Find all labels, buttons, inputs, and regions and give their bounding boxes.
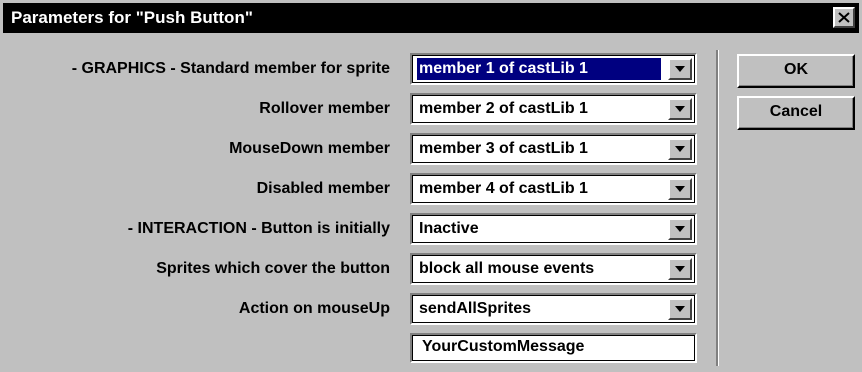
dropdown-value: Inactive xyxy=(419,220,479,237)
param-row-rollover-member: Rollover member member 2 of castLib 1 xyxy=(0,93,710,125)
rollover-member-dropdown[interactable]: member 2 of castLib 1 xyxy=(410,93,697,125)
mouseup-action-dropdown[interactable]: sendAllSprites xyxy=(410,293,697,325)
disabled-member-dropdown[interactable]: member 4 of castLib 1 xyxy=(410,173,697,205)
dialog-window: Parameters for "Push Button" - GRAPHICS … xyxy=(0,0,862,372)
param-row-disabled-member: Disabled member member 4 of castLib 1 xyxy=(0,173,710,205)
cancel-button[interactable]: Cancel xyxy=(737,96,855,130)
title-bar[interactable]: Parameters for "Push Button" xyxy=(3,3,859,33)
dropdown-value: member 3 of castLib 1 xyxy=(419,140,588,157)
param-row-covering-sprites: Sprites which cover the button block all… xyxy=(0,253,710,285)
custom-message-input[interactable]: YourCustomMessage xyxy=(410,333,697,363)
param-label: Disabled member xyxy=(256,180,390,197)
param-label: Action on mouseUp xyxy=(238,300,390,317)
dropdown-value: member 2 of castLib 1 xyxy=(419,100,588,117)
param-label: Sprites which cover the button xyxy=(156,260,390,277)
param-label: Rollover member xyxy=(259,100,390,117)
window-title: Parameters for "Push Button" xyxy=(11,8,253,27)
param-label: - INTERACTION - Button is initially xyxy=(127,220,390,237)
chevron-down-icon[interactable] xyxy=(668,178,692,200)
close-icon xyxy=(838,12,850,23)
close-button[interactable] xyxy=(833,7,855,28)
standard-member-dropdown[interactable]: member 1 of castLib 1 xyxy=(410,53,697,85)
chevron-down-icon[interactable] xyxy=(668,58,692,80)
chevron-down-icon[interactable] xyxy=(668,258,692,280)
param-row-mouseup-action: Action on mouseUp sendAllSprites xyxy=(0,293,710,325)
chevron-down-icon[interactable] xyxy=(668,218,692,240)
dropdown-value: member 4 of castLib 1 xyxy=(419,180,588,197)
chevron-down-icon[interactable] xyxy=(668,138,692,160)
param-label: - GRAPHICS - Standard member for sprite xyxy=(71,60,390,77)
ok-button[interactable]: OK xyxy=(737,54,855,88)
dropdown-value: member 1 of castLib 1 xyxy=(417,58,661,80)
chevron-down-icon[interactable] xyxy=(668,98,692,120)
dropdown-value: sendAllSprites xyxy=(419,300,532,317)
initial-state-dropdown[interactable]: Inactive xyxy=(410,213,697,245)
param-row-standard-member: - GRAPHICS - Standard member for sprite … xyxy=(0,53,710,85)
param-row-mousedown-member: MouseDown member member 3 of castLib 1 xyxy=(0,133,710,165)
covering-sprites-dropdown[interactable]: block all mouse events xyxy=(410,253,697,285)
param-label: MouseDown member xyxy=(229,140,390,157)
mousedown-member-dropdown[interactable]: member 3 of castLib 1 xyxy=(410,133,697,165)
chevron-down-icon[interactable] xyxy=(668,298,692,320)
param-row-initial-state: - INTERACTION - Button is initially Inac… xyxy=(0,213,710,245)
vertical-divider xyxy=(716,50,719,366)
dropdown-value: block all mouse events xyxy=(419,260,595,277)
